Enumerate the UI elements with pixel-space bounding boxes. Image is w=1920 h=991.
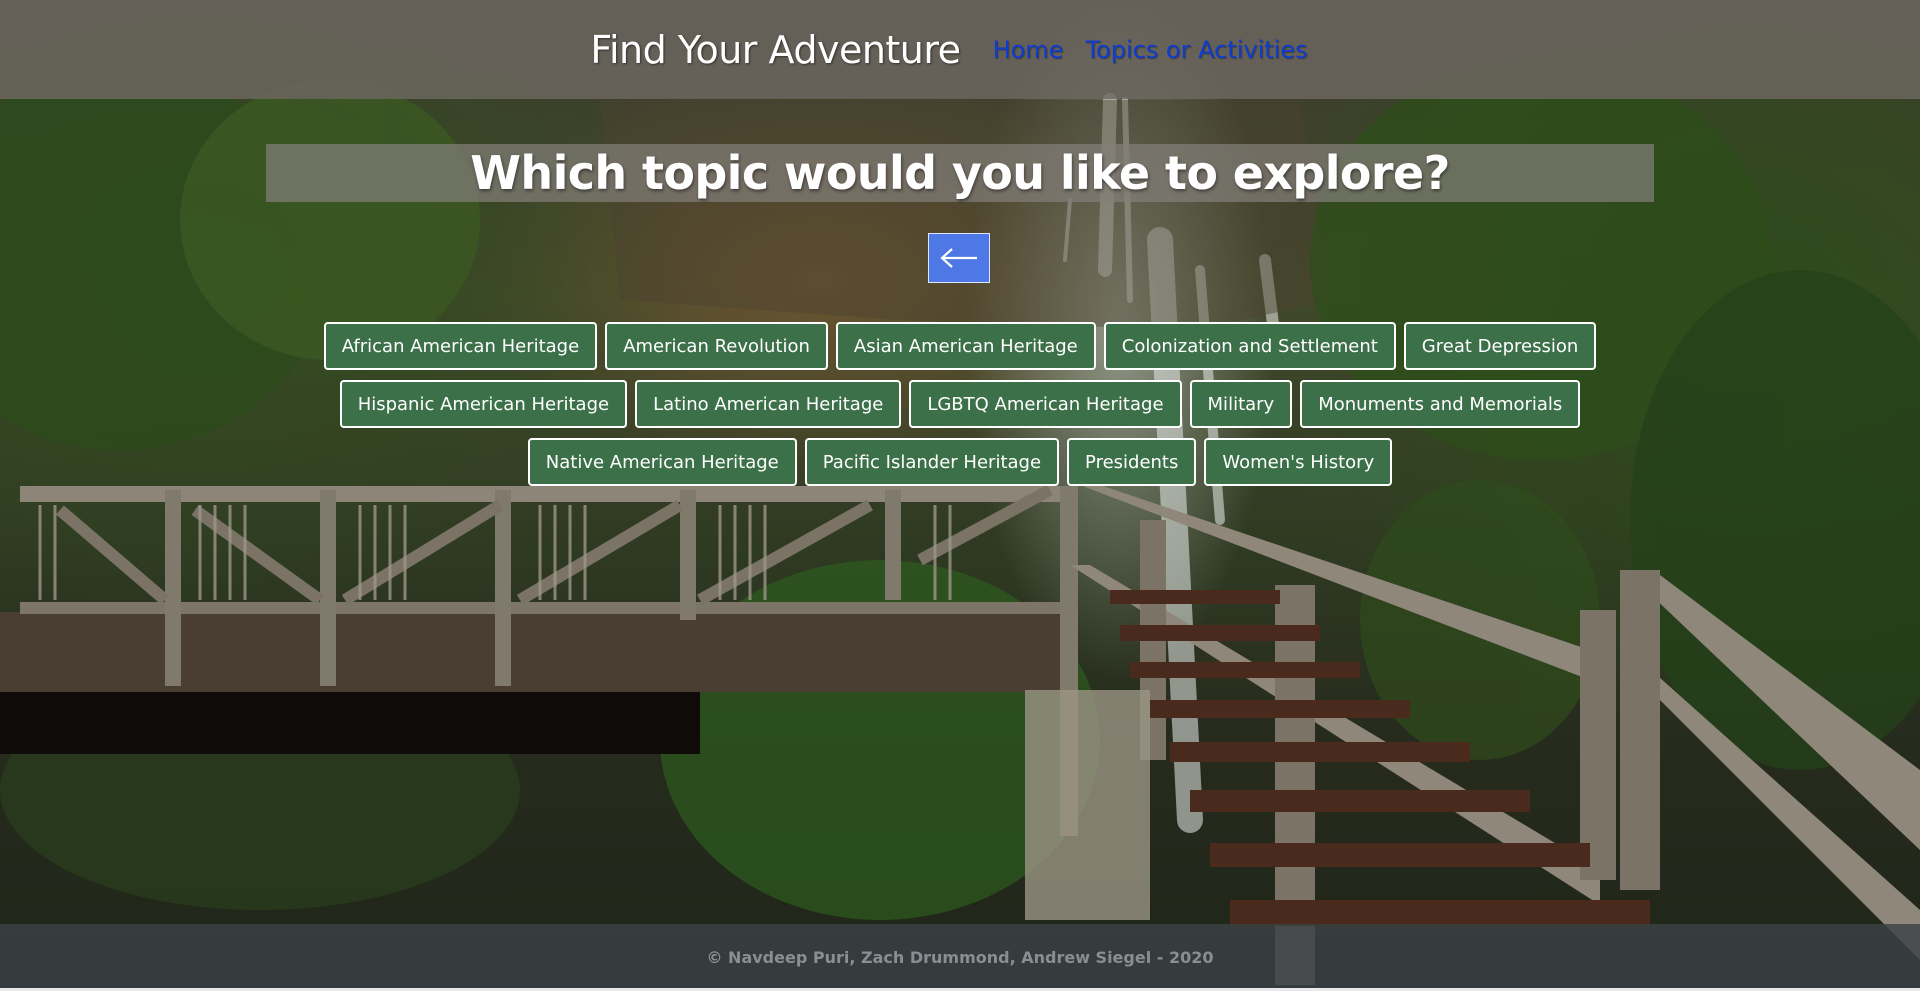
- topic-button-hispanic-american-heritage[interactable]: Hispanic American Heritage: [339, 380, 628, 428]
- topic-row: African American Heritage American Revol…: [0, 322, 1920, 370]
- topic-button-african-american-heritage[interactable]: African American Heritage: [323, 322, 598, 370]
- question-banner: Which topic would you like to explore?: [266, 144, 1654, 202]
- topic-button-monuments-and-memorials[interactable]: Monuments and Memorials: [1300, 380, 1581, 428]
- topic-button-colonization-and-settlement[interactable]: Colonization and Settlement: [1103, 322, 1396, 370]
- back-button[interactable]: [928, 233, 990, 283]
- topic-button-military[interactable]: Military: [1189, 380, 1293, 428]
- site-title: Find Your Adventure: [590, 27, 961, 72]
- nav-link-home[interactable]: Home: [993, 36, 1064, 64]
- topic-button-american-revolution[interactable]: American Revolution: [605, 322, 828, 370]
- topic-button-latino-american-heritage[interactable]: Latino American Heritage: [635, 380, 902, 428]
- topic-row: Native American Heritage Pacific Islande…: [0, 438, 1920, 486]
- topic-button-lgbtq-american-heritage[interactable]: LGBTQ American Heritage: [909, 380, 1182, 428]
- topic-button-asian-american-heritage[interactable]: Asian American Heritage: [835, 322, 1096, 370]
- page-title: Which topic would you like to explore?: [470, 146, 1450, 200]
- page: Find Your Adventure Home Topics or Activ…: [0, 0, 1920, 991]
- topic-button-great-depression[interactable]: Great Depression: [1403, 322, 1597, 370]
- topic-button-pacific-islander-heritage[interactable]: Pacific Islander Heritage: [804, 438, 1060, 486]
- site-header: Find Your Adventure Home Topics or Activ…: [0, 0, 1920, 99]
- topic-button-womens-history[interactable]: Women's History: [1204, 438, 1393, 486]
- topic-button-grid: African American Heritage American Revol…: [0, 322, 1920, 496]
- nav-link-topics-or-activities[interactable]: Topics or Activities: [1085, 36, 1307, 64]
- copyright-text: © Navdeep Puri, Zach Drummond, Andrew Si…: [706, 948, 1214, 967]
- topic-button-presidents[interactable]: Presidents: [1067, 438, 1197, 486]
- topic-row: Hispanic American Heritage Latino Americ…: [0, 380, 1920, 428]
- site-footer: © Navdeep Puri, Zach Drummond, Andrew Si…: [0, 924, 1920, 991]
- topic-button-native-american-heritage[interactable]: Native American Heritage: [527, 438, 797, 486]
- arrow-left-icon: [940, 248, 977, 268]
